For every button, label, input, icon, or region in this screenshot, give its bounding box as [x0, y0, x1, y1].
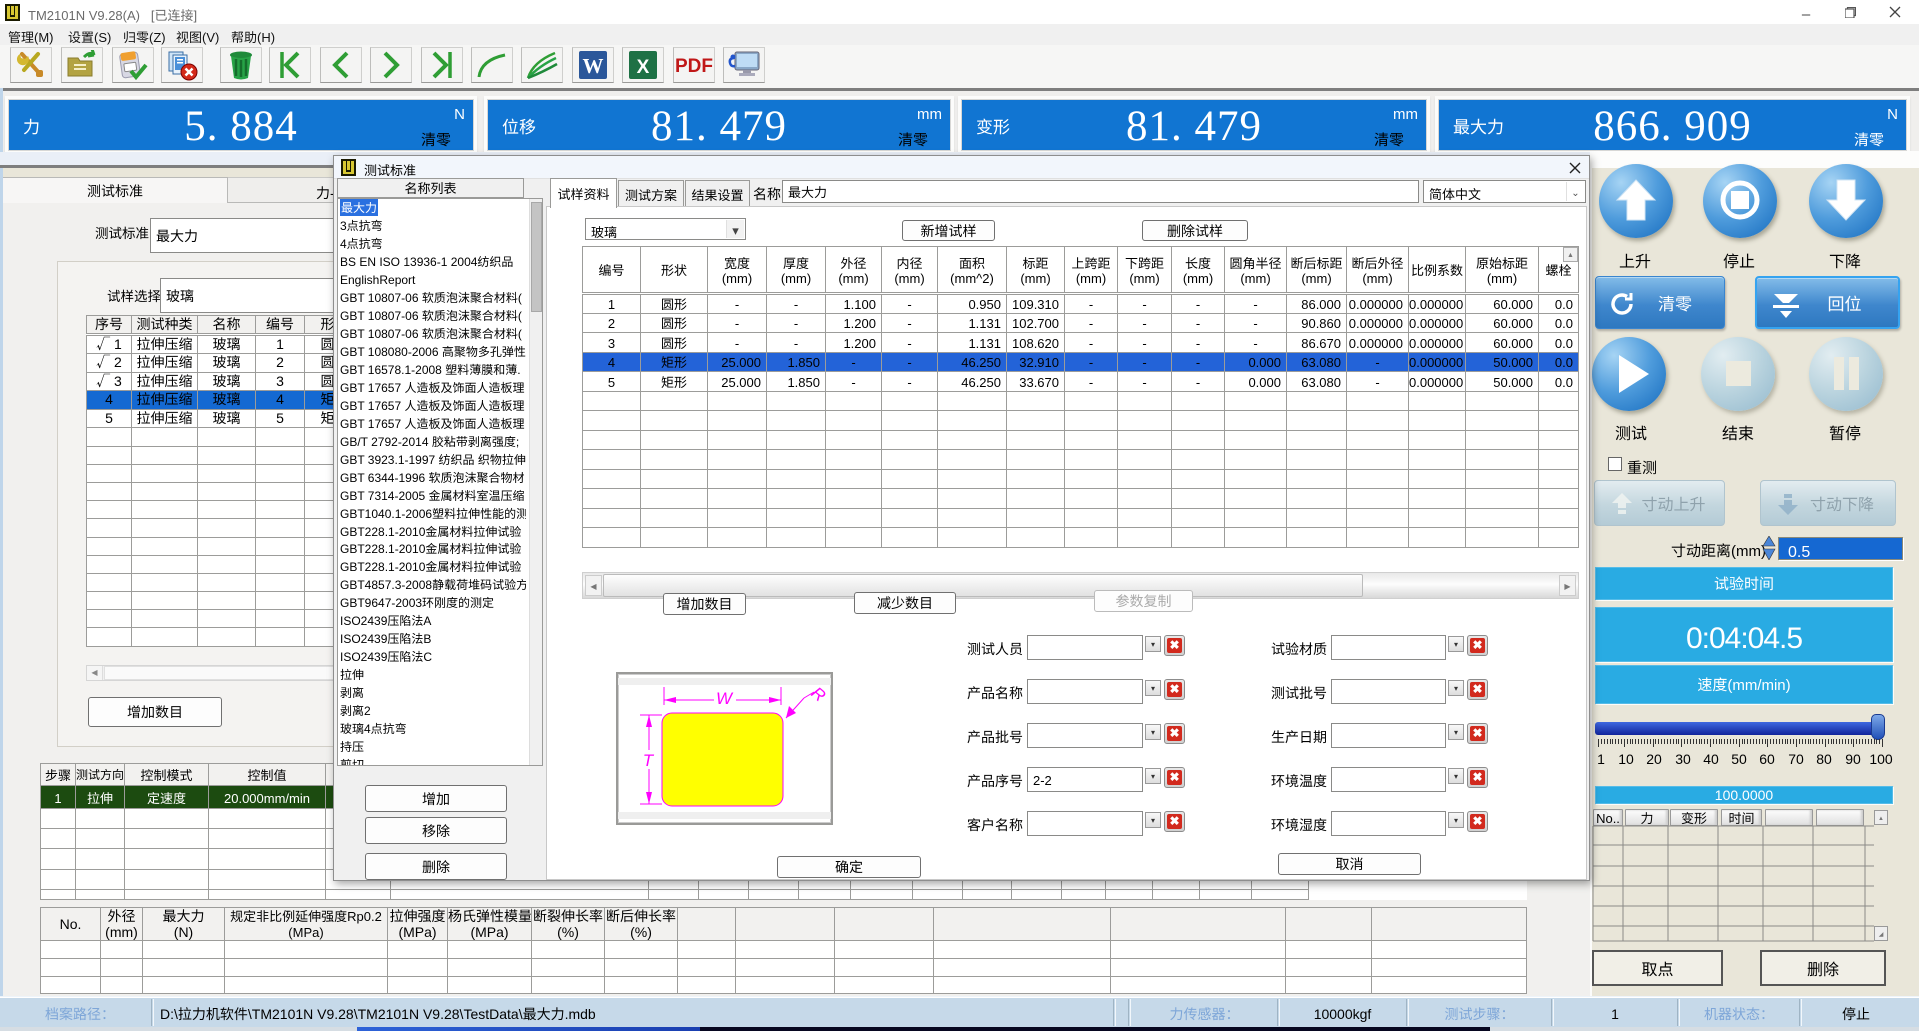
svg-text:T: T	[643, 746, 655, 771]
svg-text:X: X	[637, 57, 650, 78]
svg-text:PDF: PDF	[675, 56, 713, 77]
svg-text:W: W	[716, 684, 734, 709]
svg-text:W: W	[583, 54, 604, 78]
